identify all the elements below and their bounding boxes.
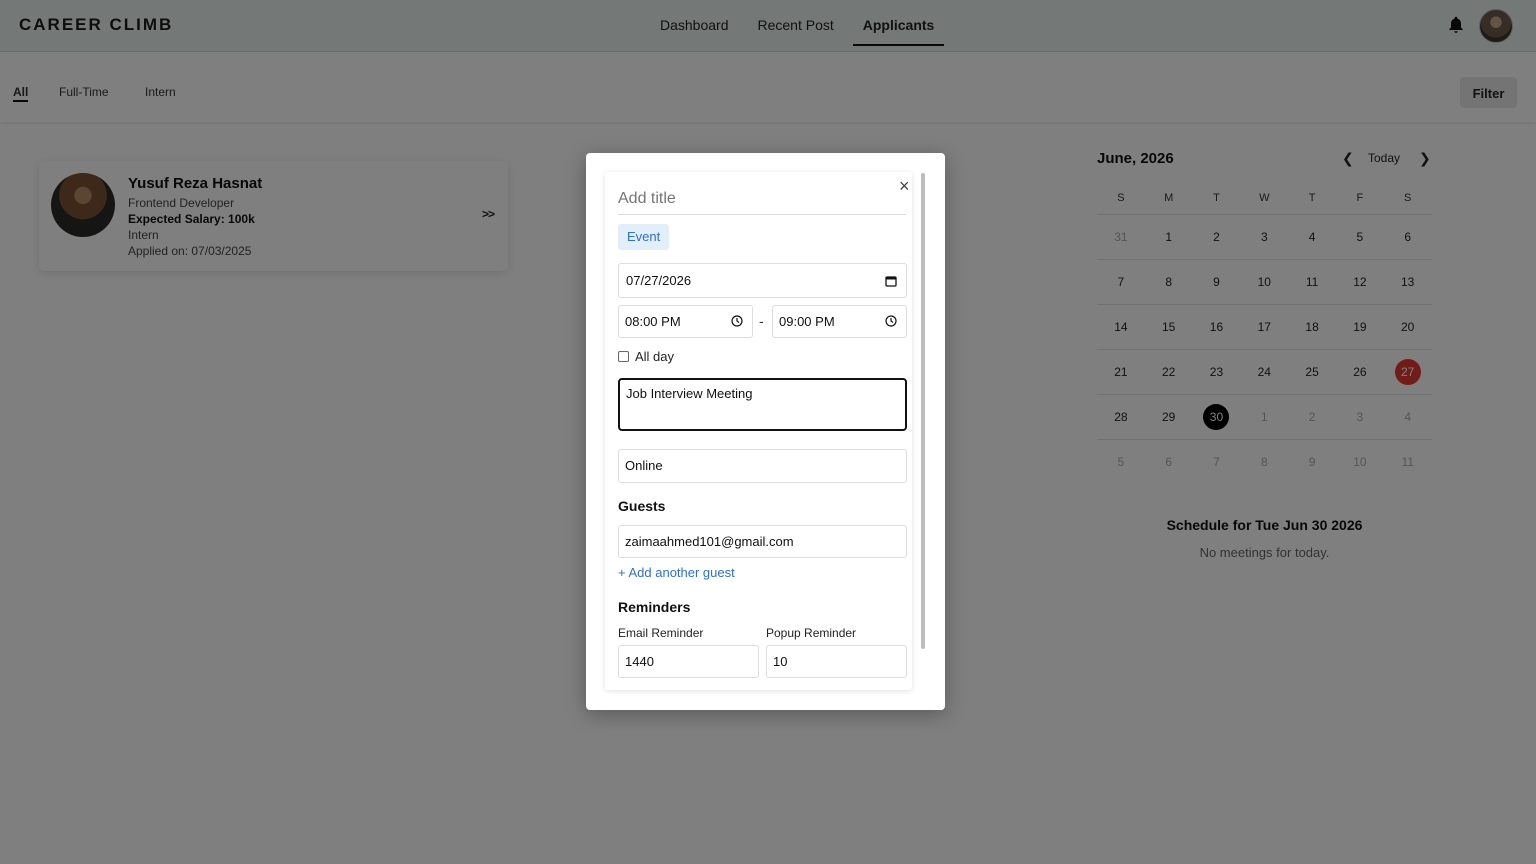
guest-email-field[interactable]: zaimaahmed101@gmail.com <box>618 525 907 558</box>
event-type-chip[interactable]: Event <box>618 224 670 250</box>
email-reminder-value: 1440 <box>625 654 654 669</box>
all-day-checkbox-row[interactable]: All day <box>618 349 674 364</box>
popup-reminder-label: Popup Reminder <box>766 626 857 640</box>
time-separator: - <box>759 313 764 329</box>
email-reminder-input[interactable]: 1440 <box>618 645 759 678</box>
popup-reminder-input[interactable]: 10 <box>766 645 907 678</box>
all-day-label: All day <box>635 349 675 364</box>
guests-heading: Guests <box>618 498 666 514</box>
guest-email-value: zaimaahmed101@gmail.com <box>625 534 794 549</box>
event-date-field[interactable]: 07/27/2026 <box>618 263 907 298</box>
popup-reminder-value: 10 <box>773 654 788 669</box>
start-time-value: 08:00 PM <box>625 314 681 329</box>
event-title-input[interactable] <box>618 184 906 215</box>
email-reminder-label: Email Reminder <box>618 626 704 640</box>
event-modal: × Event 07/27/2026 08:00 PM - 09:00 PM A… <box>586 153 945 710</box>
all-day-checkbox[interactable] <box>618 351 629 362</box>
location-value: Online <box>625 458 663 473</box>
clock-icon[interactable] <box>731 315 743 327</box>
start-time-field[interactable]: 08:00 PM <box>618 305 753 338</box>
calendar-icon[interactable] <box>885 275 897 287</box>
reminders-heading: Reminders <box>618 599 691 615</box>
end-time-field[interactable]: 09:00 PM <box>772 305 907 338</box>
modal-scrollbar[interactable] <box>921 173 925 649</box>
clock-icon[interactable] <box>885 315 897 327</box>
description-textarea[interactable]: Job Interview Meeting <box>618 378 907 431</box>
add-guest-link[interactable]: + Add another guest <box>618 565 735 580</box>
location-field[interactable]: Online <box>618 449 907 483</box>
event-date-value: 07/27/2026 <box>626 273 692 288</box>
end-time-value: 09:00 PM <box>779 314 835 329</box>
